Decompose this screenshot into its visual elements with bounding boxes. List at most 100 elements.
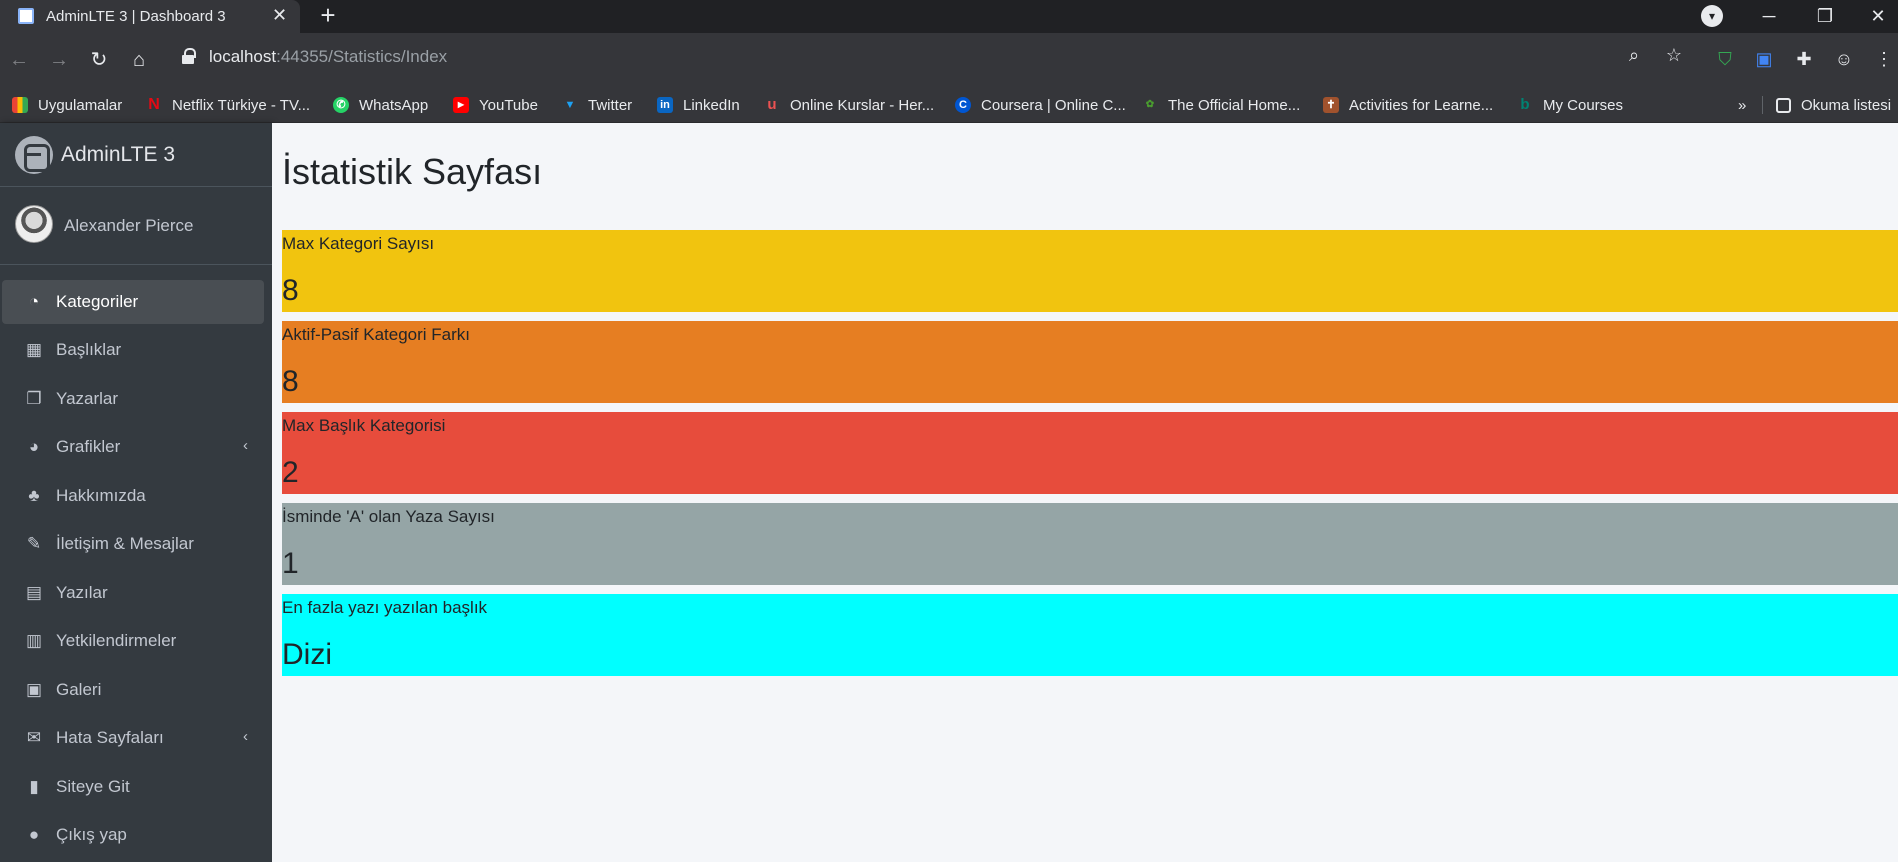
bookmark-linkedin[interactable]: in LinkedIn — [657, 95, 740, 115]
bing-icon: b — [1520, 96, 1530, 113]
stat-box-a-yazar: İsminde 'A' olan Yaza Sayısı 1 — [282, 503, 1898, 585]
reload-icon[interactable]: ↻ — [84, 45, 114, 75]
stat-label: Max Başlık Kategorisi — [282, 416, 446, 435]
chart-pie-icon: ◕ — [28, 437, 40, 456]
official-home-icon: ✿ — [1145, 99, 1155, 110]
linkedin-icon: in — [657, 97, 673, 113]
user-name[interactable]: Alexander Pierce — [64, 216, 193, 236]
stat-value: 8 — [282, 365, 299, 398]
tachometer-icon: ◔ — [28, 292, 40, 311]
tab-close-icon[interactable]: ✕ — [272, 5, 287, 26]
address-bar[interactable]: localhost:44355/Statistics/Index ⌕ ☆ — [168, 39, 1718, 75]
restore-icon[interactable]: ❐ — [1805, 2, 1845, 30]
stat-box-max-baslik: Max Başlık Kategorisi 2 — [282, 412, 1898, 494]
brand-link[interactable]: AdminLTE 3 — [0, 123, 272, 187]
stat-value: 2 — [282, 456, 299, 489]
sidebar-item-kategoriler[interactable]: ◔ Kategoriler — [2, 280, 264, 324]
profile-avatar-icon[interactable]: ☺ — [1830, 45, 1858, 73]
bookmark-udemy[interactable]: u Online Kurslar - Her... — [764, 95, 934, 115]
stat-label: İsminde 'A' olan Yaza Sayısı — [282, 507, 495, 526]
sidebar-item-basliklar[interactable]: ▦ Başlıklar — [2, 328, 264, 372]
content-wrapper: İstatistik Sayfası Max Kategori Sayısı 8… — [272, 123, 1898, 862]
sidebar-item-yazarlar[interactable]: ❐ Yazarlar — [2, 377, 264, 421]
reading-list-icon — [1776, 97, 1791, 113]
browser-toolbar: ← → ↻ ⌂ localhost:44355/Statistics/Index… — [0, 33, 1898, 87]
sidebar-item-cikis-yap[interactable]: ● Çıkış yap — [2, 813, 264, 857]
angle-left-icon: ‹ — [243, 437, 248, 454]
stat-box-en-fazla-baslik: En fazla yazı yazılan başlık Dizi — [282, 594, 1898, 676]
th-grid-icon: ▦ — [25, 340, 43, 359]
window-close-icon[interactable]: ✕ — [1858, 2, 1898, 30]
main-sidebar: AdminLTE 3 Alexander Pierce ◔ Kategorile… — [0, 123, 272, 862]
apps-grid-icon — [12, 97, 28, 113]
menu-kebab-icon[interactable]: ⋮ — [1870, 45, 1898, 73]
shield-crest-icon: ✝ — [1323, 97, 1339, 113]
sidebar-item-galeri[interactable]: ▣ Galeri — [2, 668, 264, 712]
angle-left-icon: ‹ — [243, 728, 248, 745]
more-bookmarks-button[interactable]: » — [1738, 95, 1746, 115]
back-icon[interactable]: ← — [4, 45, 34, 75]
sidebar-item-yazilar[interactable]: ▤ Yazılar — [2, 571, 264, 615]
bookmark-official-home[interactable]: ✿ The Official Home... — [1142, 95, 1300, 115]
copy-icon: ❐ — [26, 389, 42, 408]
bookmark-youtube[interactable]: ▶ YouTube — [453, 95, 538, 115]
page-title: İstatistik Sayfası — [282, 151, 543, 192]
coursera-icon: C — [955, 97, 971, 113]
bookmark-apps[interactable]: Uygulamalar — [12, 95, 122, 115]
calendar-icon: ▥ — [25, 631, 43, 650]
bookmark-activities[interactable]: ✝ Activities for Learne... — [1323, 95, 1493, 115]
image-icon: ▣ — [25, 680, 43, 699]
bookmark-netflix[interactable]: N Netflix Türkiye - TV... — [146, 95, 310, 115]
sidebar-item-siteye-git[interactable]: ▮ Siteye Git — [2, 765, 264, 809]
tree-icon: ♣ — [28, 486, 40, 505]
brand-text: AdminLTE 3 — [61, 143, 175, 166]
stat-label: Aktif-Pasif Kategori Farkı — [282, 325, 471, 344]
browser-titlebar: AdminLTE 3 | Dashboard 3 ✕ + ▾ ─ ❐ ✕ — [0, 0, 1898, 33]
home-icon[interactable]: ⌂ — [124, 45, 154, 75]
bookmarks-divider — [1762, 96, 1763, 114]
bookmark-coursera[interactable]: C Coursera | Online C... — [955, 95, 1126, 115]
url-text[interactable]: localhost:44355/Statistics/Index — [209, 47, 447, 67]
twitter-icon: ▼ — [564, 99, 576, 111]
sidebar-item-yetkilendirmeler[interactable]: ▥ Yetkilendirmeler — [2, 619, 264, 663]
book-icon: ▮ — [29, 777, 39, 796]
table-icon: ▤ — [25, 583, 43, 602]
edit-icon: ✎ — [26, 534, 42, 553]
user-panel[interactable]: Alexander Pierce — [0, 187, 272, 265]
extensions-icon[interactable]: ✚ — [1790, 45, 1818, 73]
stat-value: 1 — [282, 547, 299, 580]
bookmark-whatsapp[interactable]: ✆ WhatsApp — [333, 95, 428, 115]
youtube-icon: ▶ — [453, 97, 469, 113]
zoom-icon[interactable]: ⌕ — [1620, 41, 1648, 69]
avatar — [15, 205, 53, 243]
netflix-icon: N — [148, 96, 160, 113]
adblock-shield-icon[interactable]: ⛉ — [1711, 45, 1739, 73]
lock-icon[interactable] — [182, 48, 196, 64]
new-tab-button[interactable]: + — [314, 2, 342, 30]
stat-label: En fazla yazı yazılan başlık — [282, 598, 488, 617]
sidebar-item-iletisim[interactable]: ✎ İletişim & Mesajlar — [2, 522, 264, 566]
adminlte-logo-icon — [15, 136, 53, 174]
bookmark-twitter[interactable]: ▼ Twitter — [562, 95, 633, 115]
envelope-icon: ✉ — [26, 728, 42, 747]
stat-value: Dizi — [282, 638, 332, 671]
tab-title: AdminLTE 3 | Dashboard 3 — [46, 8, 226, 25]
stat-label: Max Kategori Sayısı — [282, 234, 435, 253]
whatsapp-icon: ✆ — [333, 97, 349, 113]
bookmarks-bar: Uygulamalar N Netflix Türkiye - TV... ✆ Wh… — [0, 87, 1898, 123]
sidebar-item-grafikler[interactable]: ◕ Grafikler ‹ — [2, 425, 264, 469]
google-translate-icon[interactable]: ▣ — [1750, 45, 1778, 73]
browser-tab[interactable]: AdminLTE 3 | Dashboard 3 ✕ — [0, 0, 300, 33]
reading-list-button[interactable]: Okuma listesi — [1776, 95, 1891, 115]
minimize-icon[interactable]: ─ — [1749, 2, 1789, 30]
tab-search-icon[interactable]: ▾ — [1701, 5, 1723, 27]
bookmark-star-icon[interactable]: ☆ — [1660, 41, 1688, 69]
sidebar-item-hakkimizda[interactable]: ♣ Hakkımızda — [2, 474, 264, 518]
forward-icon[interactable]: → — [44, 45, 74, 75]
bookmark-my-courses[interactable]: b My Courses — [1517, 95, 1623, 115]
stat-value: 8 — [282, 274, 299, 307]
page-favicon-icon — [18, 8, 34, 24]
stat-box-aktif-pasif: Aktif-Pasif Kategori Farkı 8 — [282, 321, 1898, 403]
sidebar-item-hata-sayfalari[interactable]: ✉ Hata Sayfaları ‹ — [2, 716, 264, 760]
stat-box-max-kategori: Max Kategori Sayısı 8 — [282, 230, 1898, 312]
